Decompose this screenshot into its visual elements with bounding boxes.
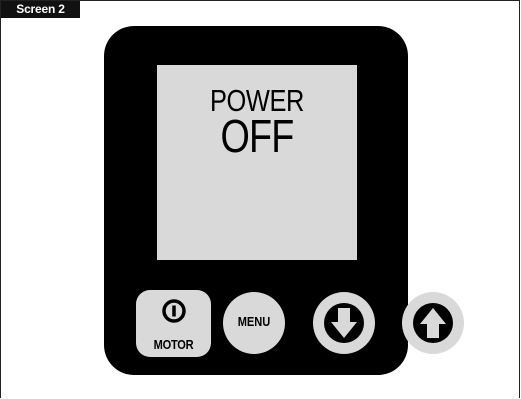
arrow-down-icon [324, 303, 364, 343]
up-button[interactable] [402, 292, 464, 354]
down-button[interactable] [313, 292, 375, 354]
motor-button[interactable]: MOTOR [136, 290, 211, 357]
screen-label: Screen 2 [1, 1, 80, 18]
menu-button-label: MENU [237, 314, 271, 329]
menu-button[interactable]: MENU [223, 292, 285, 354]
arrow-up-icon [413, 303, 453, 343]
lcd-line-2: OFF [220, 110, 295, 162]
motor-button-label: MOTOR [153, 337, 194, 352]
power-icon [161, 298, 187, 329]
lcd-display: POWER OFF [157, 65, 357, 260]
